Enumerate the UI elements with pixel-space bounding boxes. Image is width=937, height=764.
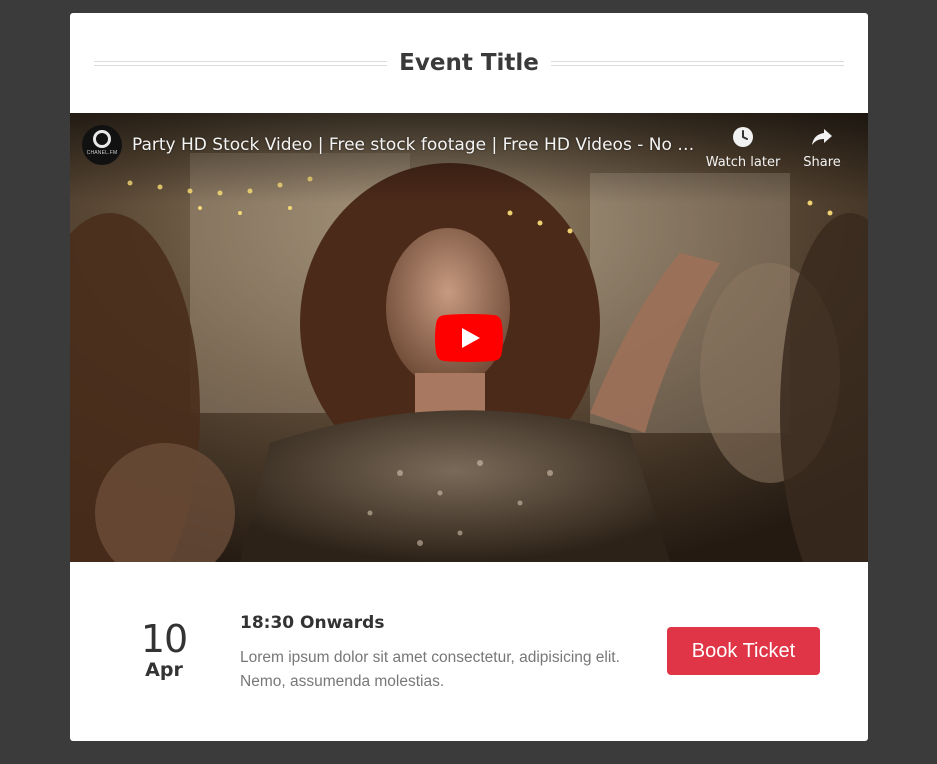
title-divider-left — [94, 60, 388, 66]
youtube-play-icon[interactable] — [435, 314, 503, 362]
event-card: Event Title CHANEL.FM Party HD Stock Vid… — [70, 13, 868, 741]
video-embed[interactable]: CHANEL.FM Party HD Stock Video | Free st… — [70, 113, 868, 562]
share-arrow-icon — [812, 129, 832, 145]
event-date-day: 10 — [140, 617, 188, 661]
title-divider-right — [550, 60, 845, 66]
channel-avatar-text: CHANEL.FM — [86, 150, 118, 156]
watch-later-button[interactable]: Watch later — [706, 125, 780, 170]
channel-logo-icon — [93, 130, 111, 148]
event-time: 18:30 Onwards — [240, 613, 385, 633]
video-title-link[interactable]: Party HD Stock Video | Free stock footag… — [132, 135, 702, 155]
event-title-row: Event Title — [94, 41, 845, 85]
event-date: 10 Apr — [132, 619, 196, 681]
share-label: Share — [803, 155, 841, 170]
event-title: Event Title — [399, 50, 539, 76]
event-description: Lorem ipsum dolor sit amet consectetur, … — [240, 649, 620, 690]
clock-icon — [733, 127, 753, 147]
channel-avatar[interactable]: CHANEL.FM — [82, 125, 122, 165]
watch-later-label: Watch later — [705, 155, 781, 170]
event-date-month: Apr — [145, 659, 183, 681]
share-button[interactable]: Share — [798, 125, 846, 170]
book-ticket-button[interactable]: Book Ticket — [667, 627, 820, 675]
